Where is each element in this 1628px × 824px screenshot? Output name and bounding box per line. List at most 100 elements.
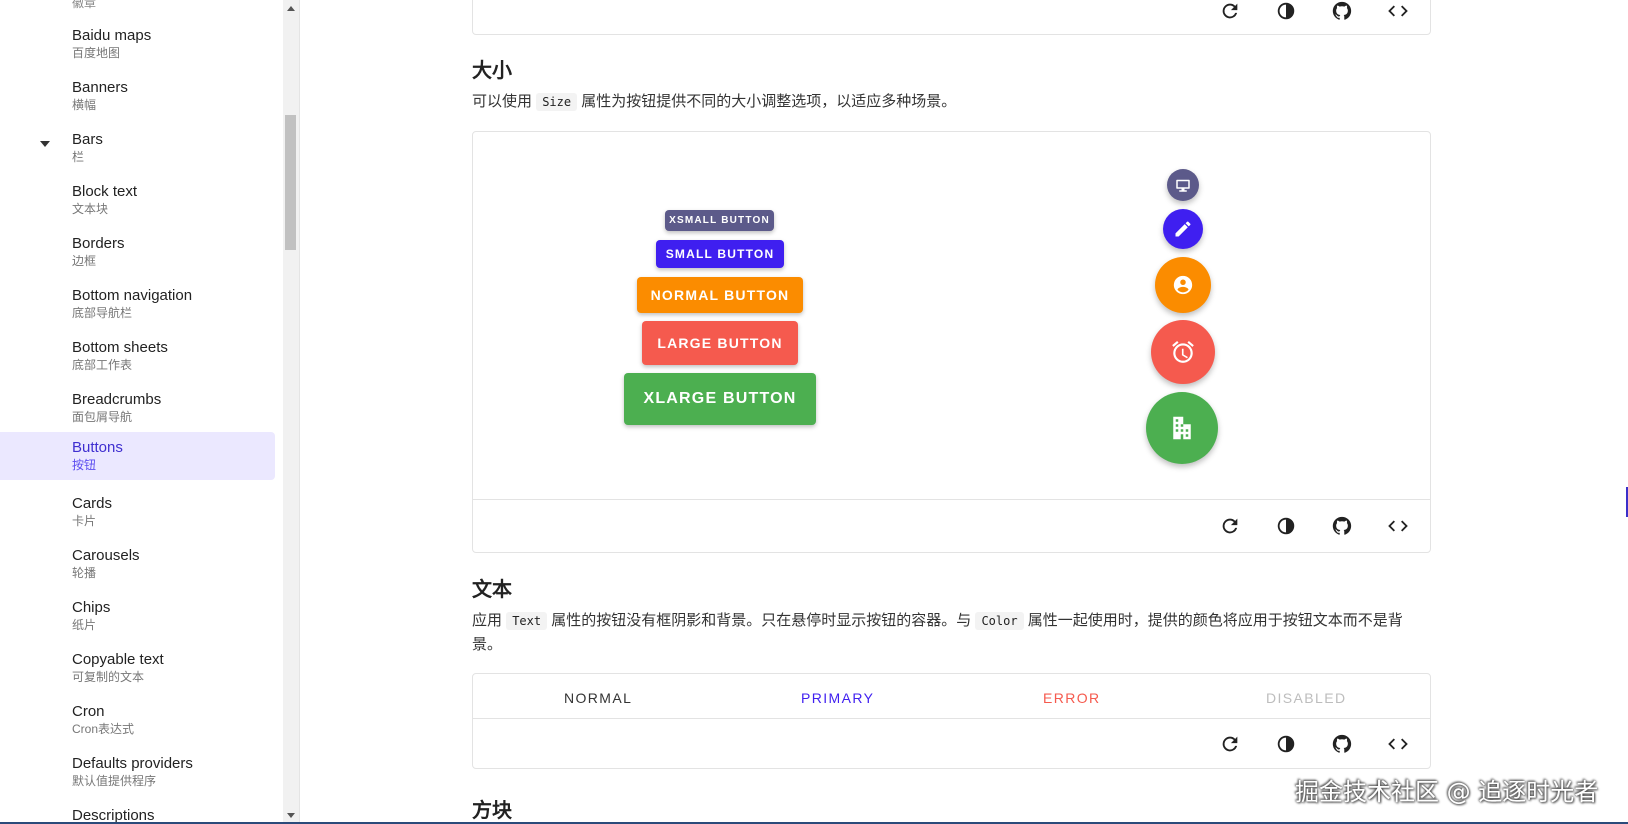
text-disabled-button: DISABLED (1266, 690, 1347, 706)
scroll-down-icon[interactable] (287, 813, 295, 818)
monitor-icon (1176, 179, 1190, 192)
theme-contrast-icon[interactable] (1274, 732, 1298, 756)
scroll-up-icon[interactable] (287, 6, 295, 11)
sidebar-item-bars[interactable]: Bars 栏 (0, 124, 275, 172)
sidebar-item-descriptions[interactable]: Descriptions (0, 800, 275, 824)
sidebar-item-title: Cards (72, 495, 113, 512)
sidebar-item-title: Copyable text (72, 651, 164, 668)
xlarge-fab[interactable] (1146, 392, 1218, 464)
sidebar-item-banners[interactable]: Banners 横幅 (0, 72, 275, 120)
text-primary-button[interactable]: PRIMARY (801, 690, 874, 706)
sidebar-item-cron[interactable]: Cron Cron表达式 (0, 696, 275, 744)
sidebar-item-bottom-sheets[interactable]: Bottom sheets 底部工作表 (0, 332, 275, 380)
github-icon[interactable] (1330, 0, 1354, 23)
section-title-text: 文本 (472, 579, 512, 601)
office-building-icon (1173, 416, 1191, 440)
card-divider (473, 499, 1430, 500)
section-title-block: 方块 (472, 800, 512, 822)
sidebar-item-baidu-maps[interactable]: Baidu maps 百度地图 (0, 20, 275, 68)
sidebar-item-title: Defaults providers (72, 755, 193, 772)
card-toolbar (1218, 732, 1410, 756)
sidebar-item-title: Buttons (72, 439, 123, 456)
sidebar-item-title: Carousels (72, 547, 140, 564)
sidebar-item-cards[interactable]: Cards 卡片 (0, 488, 275, 536)
code-snippet: Size (536, 93, 578, 111)
sidebar-item-breadcrumbs[interactable]: Breadcrumbs 面包屑导航 (0, 384, 275, 432)
theme-contrast-icon[interactable] (1274, 514, 1298, 538)
normal-button[interactable]: NORMAL BUTTON (637, 277, 803, 313)
sidebar-item-sub: 轮播 (72, 566, 97, 580)
card-divider (473, 718, 1430, 719)
sidebar-item-defaults-providers[interactable]: Defaults providers 默认值提供程序 (0, 748, 275, 796)
code-icon[interactable] (1386, 732, 1410, 756)
desc-text: 属性的按钮没有框阴影和背景。只在悬停时显示按钮的容器。与 (551, 612, 972, 629)
sidebar-item-title: Banners (72, 79, 128, 96)
code-icon[interactable] (1386, 0, 1410, 23)
sidebar-item-title: Bottom sheets (72, 339, 168, 356)
desc-text: 属性为按钮提供不同的大小调整选项，以适应多种场景。 (581, 93, 957, 110)
sidebar-item-sub: 底部工作表 (72, 358, 133, 372)
normal-fab[interactable] (1155, 257, 1211, 313)
card-toolbar (1218, 514, 1410, 538)
code-snippet: Color (975, 612, 1024, 630)
section-title-size: 大小 (472, 60, 512, 82)
watermark: 掘金技术社区 @ 追逐时光者 (1295, 778, 1599, 806)
sidebar-item-sub: 栏 (72, 150, 85, 164)
sidebar-item-sub: 边框 (72, 254, 97, 268)
sidebar-item-sub: 按钮 (72, 458, 97, 472)
sidebar-item-sub: 面包屑导航 (72, 410, 133, 424)
scrollbar-thumb[interactable] (285, 115, 296, 250)
refresh-icon[interactable] (1218, 0, 1242, 23)
github-icon[interactable] (1330, 514, 1354, 538)
sidebar-item-sub: 百度地图 (72, 46, 121, 60)
code-icon[interactable] (1386, 514, 1410, 538)
sidebar-item-title: Breadcrumbs (72, 391, 162, 408)
theme-contrast-icon[interactable] (1274, 0, 1298, 23)
pencil-icon (1175, 221, 1191, 237)
section-desc-text: 应用 Text 属性的按钮没有框阴影和背景。只在悬停时显示按钮的容器。与 Col… (472, 609, 1432, 657)
sidebar-item-title: Bottom navigation (72, 287, 193, 304)
text-example-card (472, 673, 1431, 769)
sidebar-item-title: Bars (72, 131, 103, 148)
large-fab[interactable] (1151, 320, 1215, 384)
sidebar-item-bottom-navigation[interactable]: Bottom navigation 底部导航栏 (0, 280, 275, 328)
sidebar-partial-sub: 徽章 (72, 0, 97, 10)
large-button[interactable]: LARGE BUTTON (642, 321, 798, 365)
sidebar-item-title: Chips (72, 599, 111, 616)
sidebar-item-sub: 默认值提供程序 (72, 774, 157, 788)
sidebar-item-carousels[interactable]: Carousels 轮播 (0, 540, 275, 588)
xsmall-fab[interactable] (1167, 169, 1199, 201)
sidebar-item-sub: 文本块 (72, 202, 109, 216)
small-button[interactable]: SMALL BUTTON (656, 240, 784, 268)
text-normal-button[interactable]: NORMAL (564, 690, 632, 706)
code-snippet: Text (506, 612, 548, 630)
sidebar-item-sub: 纸片 (72, 618, 97, 632)
refresh-icon[interactable] (1218, 514, 1242, 538)
sidebar-item-block-text[interactable]: Block text 文本块 (0, 176, 275, 224)
github-icon[interactable] (1330, 732, 1354, 756)
sidebar-item-title: Baidu maps (72, 27, 152, 44)
sidebar-item-copyable-text[interactable]: Copyable text 可复制的文本 (0, 644, 275, 692)
xsmall-button[interactable]: XSMALL BUTTON (665, 210, 774, 231)
sidebar-item-sub: 底部导航栏 (72, 306, 133, 320)
size-example-card: XSMALL BUTTON SMALL BUTTON NORMAL BUTTON… (472, 131, 1431, 553)
desc-text: 可以使用 (472, 93, 533, 110)
sidebar-item-buttons[interactable]: Buttons 按钮 (0, 432, 275, 480)
sidebar-item-sub: 横幅 (72, 98, 97, 112)
sidebar-item-sub: 可复制的文本 (72, 670, 145, 684)
refresh-icon[interactable] (1218, 732, 1242, 756)
sidebar-item-borders[interactable]: Borders 边框 (0, 228, 275, 276)
sidebar-item-sub: 卡片 (72, 514, 97, 528)
sidebar-scrollbar[interactable] (283, 0, 300, 824)
sidebar-item-sub: Cron表达式 (72, 722, 135, 736)
text-error-button[interactable]: ERROR (1043, 690, 1101, 706)
section-desc-size: 可以使用 Size 属性为按钮提供不同的大小调整选项，以适应多种场景。 (472, 90, 1432, 114)
sidebar-item-title: Block text (72, 183, 138, 200)
account-circle-icon (1173, 275, 1193, 295)
sidebar-item-chips[interactable]: Chips 纸片 (0, 592, 275, 640)
sidebar-nav: 徽章 Baidu maps 百度地图 Banners 横幅 Bars 栏 Blo… (0, 0, 283, 824)
xlarge-button[interactable]: XLARGE BUTTON (624, 373, 816, 425)
card-toolbar (1218, 0, 1410, 23)
sidebar-item-title: Borders (72, 235, 125, 252)
small-fab[interactable] (1163, 209, 1203, 249)
